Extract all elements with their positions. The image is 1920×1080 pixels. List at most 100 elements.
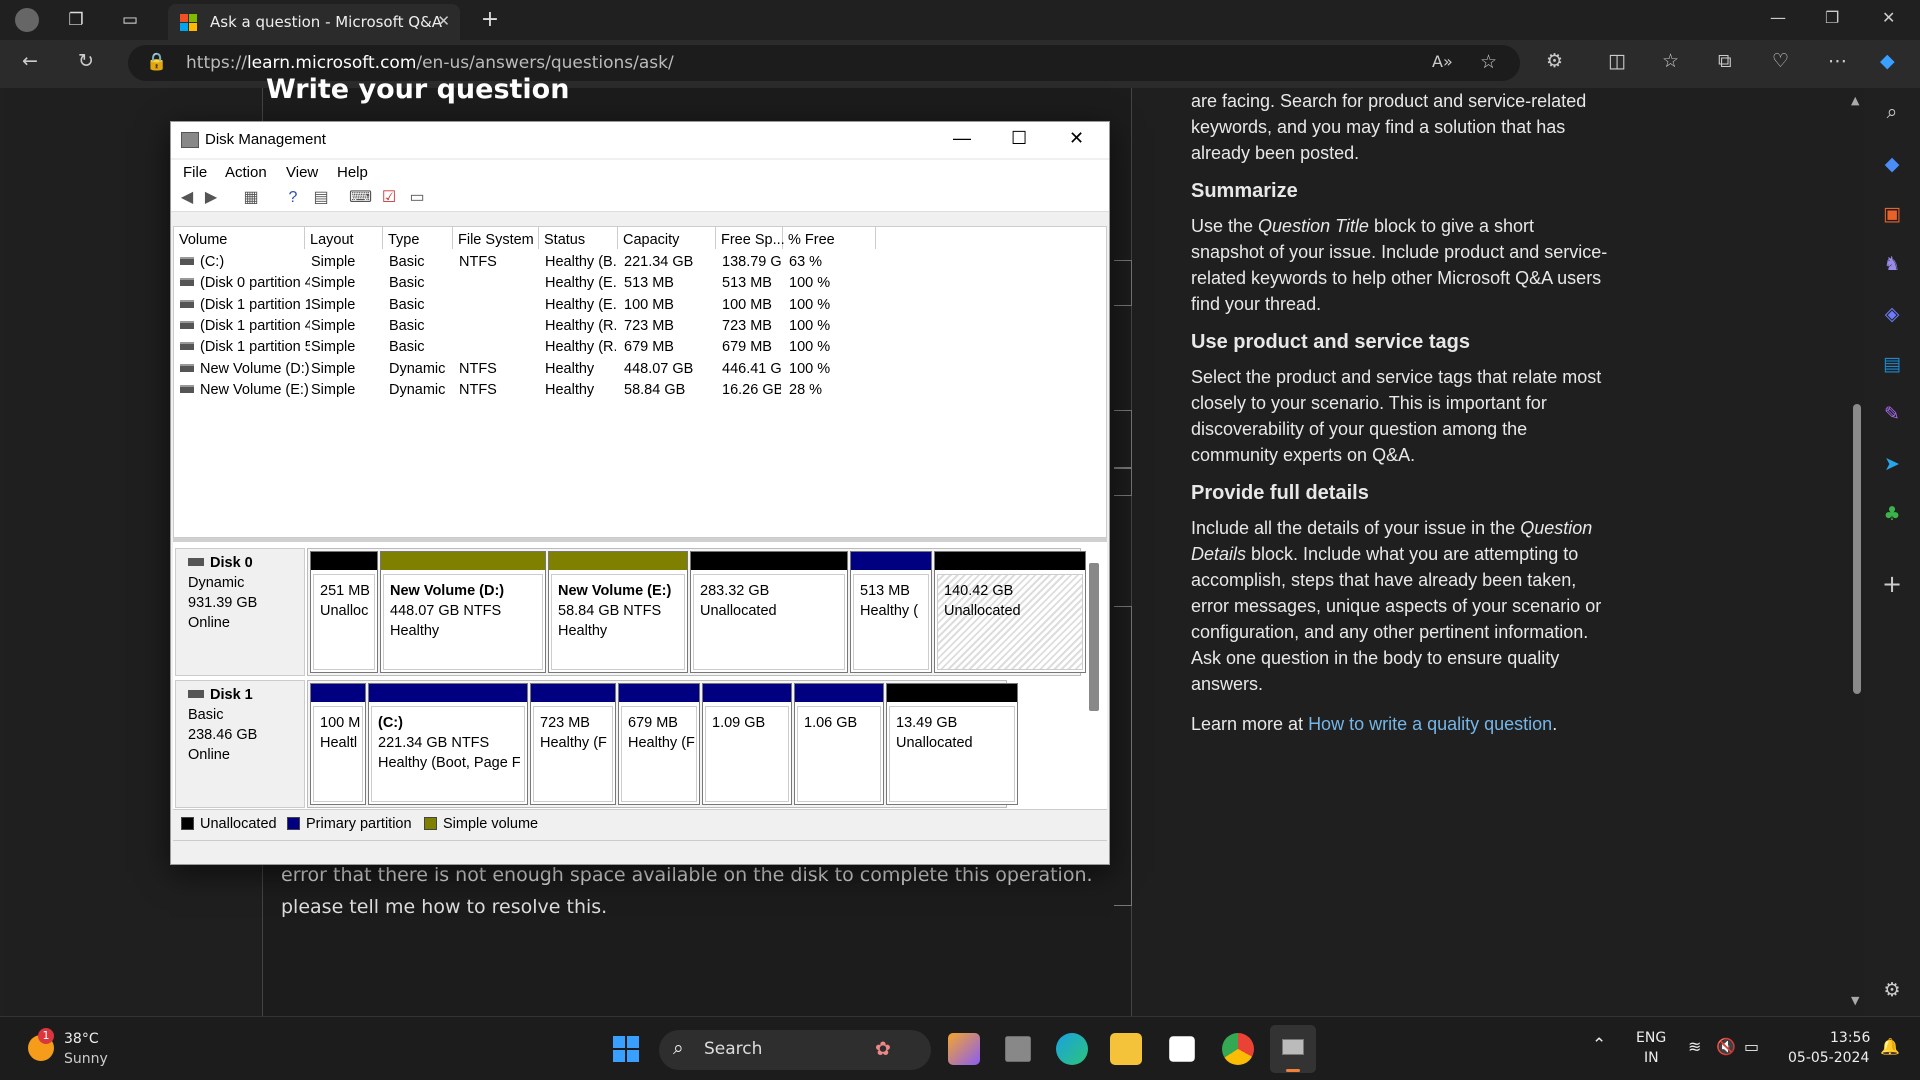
partition-block[interactable]: 13.49 GB Unallocated (886, 683, 1018, 805)
help-icon[interactable]: ? (283, 188, 303, 208)
send-icon[interactable]: ➤ (1880, 452, 1904, 476)
partition-block[interactable]: 1.09 GB (702, 683, 792, 805)
column-header[interactable]: File System (453, 227, 539, 249)
volume-row[interactable]: New Volume (E:) Simple Dynamic NTFS Healthy 5… (174, 379, 1104, 400)
dm-minimize-icon[interactable]: — (953, 128, 971, 149)
graph-scrollbar-thumb[interactable] (1089, 563, 1099, 711)
quality-question-link[interactable]: How to write a quality question (1308, 714, 1552, 734)
partition-block[interactable]: 283.32 GB Unallocated (690, 551, 848, 673)
search-icon[interactable]: ⌕ (1880, 100, 1904, 124)
split-screen-icon[interactable]: ◫ (1608, 50, 1626, 72)
disk0-label[interactable]: Disk 0 Dynamic 931.39 GB Online (175, 548, 305, 676)
add-sidebar-icon[interactable]: + (1880, 572, 1904, 596)
disk1-label[interactable]: Disk 1 Basic 238.46 GB Online (175, 680, 305, 808)
new-tab-icon[interactable]: + (478, 8, 502, 32)
copilot-taskbar-icon[interactable] (948, 1033, 980, 1065)
menu-view[interactable]: View (286, 164, 318, 181)
shopping-tag-icon[interactable]: ◆ (1880, 152, 1904, 176)
connect-icon[interactable]: ⌨ (349, 188, 372, 208)
menu-file[interactable]: File (183, 164, 207, 181)
partition-block[interactable]: 100 M Healtl (310, 683, 366, 805)
wifi-icon[interactable]: ≋ (1688, 1037, 1701, 1056)
disk-management-taskbar-icon[interactable] (1270, 1025, 1316, 1073)
column-header[interactable]: Volume (174, 227, 305, 249)
page-scrollbar[interactable]: ▲ ▼ (1848, 88, 1864, 1016)
extensions-icon[interactable]: ⚙ (1546, 50, 1563, 72)
language-eng[interactable]: ENG (1636, 1030, 1666, 1046)
refresh-icon[interactable]: ↻ (78, 50, 94, 72)
partition-block[interactable]: 723 MB Healthy (F (530, 683, 616, 805)
scrollbar-thumb[interactable] (1853, 404, 1861, 694)
browser-essentials-icon[interactable]: ♡ (1772, 50, 1789, 72)
column-header[interactable]: Type (383, 227, 453, 249)
volume-row[interactable]: New Volume (D:) Simple Dynamic NTFS Healthy 4… (174, 358, 1104, 379)
favorites-icon[interactable]: ☆ (1662, 50, 1679, 72)
start-icon[interactable] (610, 1033, 642, 1065)
copilot-sidebar-icon[interactable]: ◈ (1880, 302, 1904, 326)
task-view-icon[interactable] (1005, 1036, 1031, 1062)
favorite-star-icon[interactable]: ☆ (1480, 51, 1497, 73)
taskbar-search[interactable]: ⌕ Search ✿ (659, 1030, 931, 1070)
checklist-icon[interactable]: ☑ (379, 188, 399, 208)
workspaces-icon[interactable]: ❐ (64, 8, 88, 32)
question-body-line[interactable]: please tell me how to resolve this. (281, 896, 607, 918)
partition-block[interactable]: New Volume (D:) 448.07 GB NTFS Healthy (380, 551, 546, 673)
clock-time[interactable]: 13:56 (1830, 1030, 1870, 1046)
details-input-edge[interactable] (1114, 606, 1132, 906)
tags-input-edge[interactable] (1114, 410, 1132, 468)
partition-block[interactable]: New Volume (E:) 58.84 GB NTFS Healthy (548, 551, 688, 673)
properties-icon[interactable]: ▤ (311, 188, 331, 208)
column-header[interactable]: Capacity (618, 227, 716, 249)
tab-actions-icon[interactable]: ▭ (118, 8, 142, 32)
close-window-icon[interactable]: ✕ (1882, 8, 1895, 27)
dm-maximize-icon[interactable]: ☐ (1011, 128, 1027, 149)
weather-temp[interactable]: 38°C (64, 1031, 99, 1047)
volume-row[interactable]: (Disk 1 partition 1) Simple Basic Healthy (… (174, 294, 1104, 315)
clock-date[interactable]: 05-05-2024 (1788, 1050, 1869, 1066)
outlook-icon[interactable]: ▤ (1880, 352, 1904, 376)
restore-icon[interactable]: ❐ (1825, 8, 1839, 27)
battery-icon[interactable]: ▭ (1744, 1037, 1759, 1056)
volume-muted-icon[interactable]: 🔇 (1716, 1037, 1736, 1056)
designer-icon[interactable]: ✎ (1880, 402, 1904, 426)
column-header[interactable]: Layout (305, 227, 383, 249)
weather-desc[interactable]: Sunny (64, 1051, 108, 1067)
tab-close-icon[interactable]: ✕ (437, 12, 450, 30)
minimize-icon[interactable]: — (1770, 8, 1786, 27)
back-icon[interactable]: ← (22, 50, 38, 72)
read-aloud-icon[interactable]: A» (1432, 52, 1453, 71)
scroll-up-icon[interactable]: ▲ (1851, 94, 1859, 107)
column-header[interactable]: Free Sp... (716, 227, 785, 249)
dm-title-bar[interactable]: Disk Management — ☐ ✕ (171, 122, 1109, 158)
partition-block[interactable]: 140.42 GB Unallocated (934, 551, 1086, 673)
volume-row[interactable]: (Disk 1 partition 5) Simple Basic Healthy (… (174, 336, 1104, 357)
volume-row[interactable]: (Disk 0 partition 4) Simple Basic Healthy (… (174, 272, 1104, 293)
settings-gear-icon[interactable]: ⚙ (1880, 978, 1904, 1002)
title-input-edge[interactable] (1114, 260, 1132, 306)
volume-row[interactable]: (Disk 1 partition 4) Simple Basic Healthy (… (174, 315, 1104, 336)
partition-block[interactable]: 679 MB Healthy (F (618, 683, 700, 805)
partition-block[interactable]: (C:) 221.34 GB NTFS Healthy (Boot, Page F (368, 683, 528, 805)
browser-tab[interactable]: Ask a question - Microsoft Q&A ✕ (168, 4, 460, 40)
forward-arrow-icon[interactable]: ▶ (201, 188, 221, 208)
column-header[interactable]: Status (539, 227, 618, 249)
collections-icon[interactable]: ⧉ (1718, 50, 1732, 72)
back-arrow-icon[interactable]: ◀ (177, 188, 197, 208)
question-body-line[interactable]: error that there is not enough space ava… (281, 864, 1093, 886)
volume-row[interactable]: (C:) Simple Basic NTFS Healthy (B... 221.34 G… (174, 251, 1104, 272)
settings-window-icon[interactable]: ▭ (407, 188, 427, 208)
more-icon[interactable]: ⋯ (1828, 50, 1847, 72)
file-explorer-icon[interactable] (1110, 1033, 1142, 1065)
copilot-icon[interactable]: ◆ (1880, 50, 1895, 72)
edge-icon[interactable] (1056, 1033, 1088, 1065)
show-hide-tree-icon[interactable]: ▦ (241, 188, 261, 208)
tray-overflow-icon[interactable]: ⌃ (1592, 1035, 1606, 1055)
partition-block[interactable]: 251 MB Unalloc (310, 551, 378, 673)
column-header[interactable]: % Free (783, 227, 876, 249)
tree-icon[interactable]: ♣ (1880, 502, 1904, 526)
store-icon[interactable] (1169, 1036, 1195, 1062)
games-icon[interactable]: ♞ (1880, 252, 1904, 276)
menu-action[interactable]: Action (225, 164, 267, 181)
notification-bell-icon[interactable]: 🔔 (1880, 1037, 1900, 1056)
profile-avatar[interactable] (15, 8, 39, 32)
